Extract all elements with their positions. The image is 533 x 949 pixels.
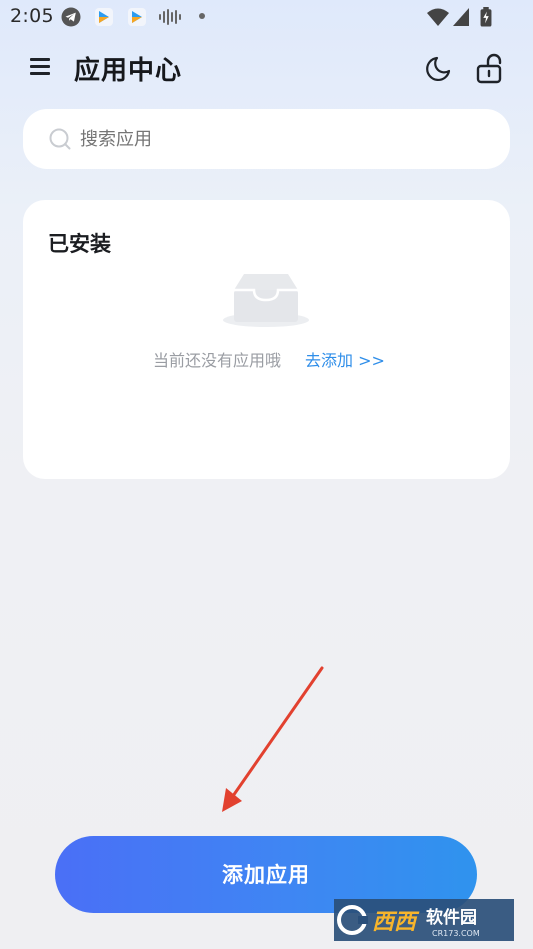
- empty-box-icon: [223, 274, 309, 327]
- battery-icon: [480, 7, 492, 27]
- page-title: 应用中心: [74, 56, 183, 86]
- menu-button[interactable]: [30, 56, 52, 78]
- empty-state-text: 当前还没有应用哦: [153, 351, 282, 370]
- audio-wave-icon: [159, 9, 181, 25]
- watermark-logo: 西西 软件园 CR173.COM: [334, 899, 514, 941]
- installed-title: 已安装: [48, 232, 111, 256]
- svg-text:西西: 西西: [372, 910, 420, 935]
- unlock-icon[interactable]: [475, 53, 505, 85]
- annotation-arrow: [222, 666, 324, 812]
- video-app-icon: [128, 8, 146, 26]
- telegram-icon: [61, 7, 81, 27]
- menu-icon: [30, 58, 50, 61]
- moon-icon[interactable]: [424, 55, 452, 83]
- go-add-link[interactable]: 去添加 >>: [305, 347, 385, 371]
- notification-dot: [199, 13, 205, 19]
- status-time: 2:05: [10, 5, 54, 27]
- svg-text:软件园: 软件园: [426, 907, 477, 928]
- search-input[interactable]: [80, 122, 480, 156]
- video-app-icon: [95, 8, 113, 26]
- signal-icon: [453, 8, 469, 26]
- wifi-icon: [427, 8, 449, 26]
- search-icon: [49, 128, 71, 150]
- svg-text:CR173.COM: CR173.COM: [432, 929, 480, 938]
- status-bar: 2:05: [0, 0, 533, 34]
